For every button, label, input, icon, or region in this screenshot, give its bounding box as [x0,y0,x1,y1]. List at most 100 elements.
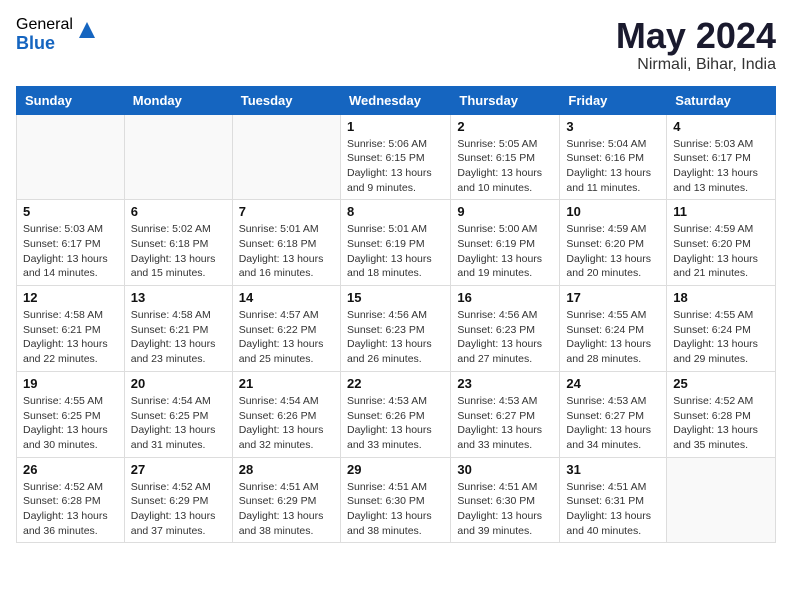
weekday-saturday: Saturday [667,86,776,114]
calendar-week-3: 12 Sunrise: 4:58 AM Sunset: 6:21 PM Dayli… [17,286,776,372]
day-info: Sunrise: 4:54 AM Sunset: 6:25 PM Dayligh… [131,394,226,453]
calendar-cell [232,114,340,200]
logo: General Blue [16,16,97,53]
day-number: 28 [239,462,334,477]
calendar-cell: 11 Sunrise: 4:59 AM Sunset: 6:20 PM Dayli… [667,200,776,286]
page-header: General Blue May 2024 Nirmali, Bihar, In… [16,16,776,74]
title-section: May 2024 Nirmali, Bihar, India [616,16,776,74]
calendar-cell: 10 Sunrise: 4:59 AM Sunset: 6:20 PM Dayli… [560,200,667,286]
day-number: 17 [566,290,660,305]
calendar-cell [124,114,232,200]
calendar-cell: 6 Sunrise: 5:02 AM Sunset: 6:18 PM Daylig… [124,200,232,286]
weekday-sunday: Sunday [17,86,125,114]
day-number: 12 [23,290,118,305]
calendar-cell: 31Sunrise: 4:51 AM Sunset: 6:31 PM Dayli… [560,457,667,543]
calendar-cell: 13 Sunrise: 4:58 AM Sunset: 6:21 PM Dayli… [124,286,232,372]
calendar-week-1: 1Sunrise: 5:06 AM Sunset: 6:15 PM Daylig… [17,114,776,200]
calendar-cell: 22 Sunrise: 4:53 AM Sunset: 6:26 PM Dayli… [340,371,450,457]
calendar-cell: 4 Sunrise: 5:03 AM Sunset: 6:17 PM Daylig… [667,114,776,200]
calendar-cell: 5Sunrise: 5:03 AM Sunset: 6:17 PM Daylig… [17,200,125,286]
day-info: Sunrise: 5:03 AM Sunset: 6:17 PM Dayligh… [673,137,769,196]
day-number: 21 [239,376,334,391]
calendar-cell [17,114,125,200]
day-info: Sunrise: 4:55 AM Sunset: 6:24 PM Dayligh… [673,308,769,367]
calendar-cell: 8 Sunrise: 5:01 AM Sunset: 6:19 PM Daylig… [340,200,450,286]
day-number: 30 [457,462,553,477]
calendar-cell: 12Sunrise: 4:58 AM Sunset: 6:21 PM Dayli… [17,286,125,372]
weekday-wednesday: Wednesday [340,86,450,114]
logo-general: General [16,16,73,34]
calendar-cell: 24Sunrise: 4:53 AM Sunset: 6:27 PM Dayli… [560,371,667,457]
day-number: 3 [566,119,660,134]
day-info: Sunrise: 4:51 AM Sunset: 6:31 PM Dayligh… [566,480,660,539]
calendar-table: SundayMondayTuesdayWednesdayThursdayFrid… [16,86,776,544]
day-number: 2 [457,119,553,134]
day-info: Sunrise: 4:58 AM Sunset: 6:21 PM Dayligh… [131,308,226,367]
calendar-cell: 26 Sunrise: 4:52 AM Sunset: 6:28 PM Dayli… [17,457,125,543]
weekday-tuesday: Tuesday [232,86,340,114]
day-info: Sunrise: 5:04 AM Sunset: 6:16 PM Dayligh… [566,137,660,196]
calendar-cell: 25 Sunrise: 4:52 AM Sunset: 6:28 PM Dayli… [667,371,776,457]
calendar-cell: 29 Sunrise: 4:51 AM Sunset: 6:30 PM Dayli… [340,457,450,543]
calendar-cell: 7Sunrise: 5:01 AM Sunset: 6:18 PM Daylig… [232,200,340,286]
calendar-cell: 23 Sunrise: 4:53 AM Sunset: 6:27 PM Dayli… [451,371,560,457]
location: Nirmali, Bihar, India [616,56,776,74]
calendar-cell: 9 Sunrise: 5:00 AM Sunset: 6:19 PM Daylig… [451,200,560,286]
calendar-cell [667,457,776,543]
day-number: 13 [131,290,226,305]
weekday-monday: Monday [124,86,232,114]
month-title: May 2024 [616,16,776,56]
day-number: 15 [347,290,444,305]
weekday-friday: Friday [560,86,667,114]
day-info: Sunrise: 4:54 AM Sunset: 6:26 PM Dayligh… [239,394,334,453]
calendar-week-5: 26 Sunrise: 4:52 AM Sunset: 6:28 PM Dayli… [17,457,776,543]
day-info: Sunrise: 5:02 AM Sunset: 6:18 PM Dayligh… [131,222,226,281]
weekday-header-row: SundayMondayTuesdayWednesdayThursdayFrid… [17,86,776,114]
calendar-cell: 27 Sunrise: 4:52 AM Sunset: 6:29 PM Dayli… [124,457,232,543]
calendar-cell: 21 Sunrise: 4:54 AM Sunset: 6:26 PM Dayli… [232,371,340,457]
calendar-cell: 18 Sunrise: 4:55 AM Sunset: 6:24 PM Dayli… [667,286,776,372]
day-info: Sunrise: 5:06 AM Sunset: 6:15 PM Dayligh… [347,137,444,196]
day-number: 23 [457,376,553,391]
day-number: 5 [23,204,118,219]
day-info: Sunrise: 4:53 AM Sunset: 6:27 PM Dayligh… [457,394,553,453]
day-number: 27 [131,462,226,477]
day-number: 4 [673,119,769,134]
calendar-cell: 19 Sunrise: 4:55 AM Sunset: 6:25 PM Dayli… [17,371,125,457]
day-number: 29 [347,462,444,477]
weekday-thursday: Thursday [451,86,560,114]
calendar-cell: 15Sunrise: 4:56 AM Sunset: 6:23 PM Dayli… [340,286,450,372]
day-number: 26 [23,462,118,477]
day-info: Sunrise: 5:01 AM Sunset: 6:19 PM Dayligh… [347,222,444,281]
day-info: Sunrise: 4:51 AM Sunset: 6:30 PM Dayligh… [347,480,444,539]
day-number: 20 [131,376,226,391]
day-info: Sunrise: 5:01 AM Sunset: 6:18 PM Dayligh… [239,222,334,281]
calendar-cell: 17 Sunrise: 4:55 AM Sunset: 6:24 PM Dayli… [560,286,667,372]
day-info: Sunrise: 4:52 AM Sunset: 6:28 PM Dayligh… [23,480,118,539]
calendar-cell: 3 Sunrise: 5:04 AM Sunset: 6:16 PM Daylig… [560,114,667,200]
logo-blue: Blue [16,34,73,54]
day-info: Sunrise: 4:59 AM Sunset: 6:20 PM Dayligh… [673,222,769,281]
day-info: Sunrise: 4:52 AM Sunset: 6:29 PM Dayligh… [131,480,226,539]
calendar-cell: 2 Sunrise: 5:05 AM Sunset: 6:15 PM Daylig… [451,114,560,200]
day-number: 8 [347,204,444,219]
calendar-cell: 14Sunrise: 4:57 AM Sunset: 6:22 PM Dayli… [232,286,340,372]
day-info: Sunrise: 4:59 AM Sunset: 6:20 PM Dayligh… [566,222,660,281]
day-number: 25 [673,376,769,391]
day-number: 19 [23,376,118,391]
day-number: 11 [673,204,769,219]
day-number: 6 [131,204,226,219]
day-number: 9 [457,204,553,219]
day-info: Sunrise: 5:05 AM Sunset: 6:15 PM Dayligh… [457,137,553,196]
day-info: Sunrise: 4:55 AM Sunset: 6:24 PM Dayligh… [566,308,660,367]
day-info: Sunrise: 4:55 AM Sunset: 6:25 PM Dayligh… [23,394,118,453]
calendar-cell: 16Sunrise: 4:56 AM Sunset: 6:23 PM Dayli… [451,286,560,372]
calendar-week-2: 5Sunrise: 5:03 AM Sunset: 6:17 PM Daylig… [17,200,776,286]
day-number: 10 [566,204,660,219]
day-info: Sunrise: 4:53 AM Sunset: 6:26 PM Dayligh… [347,394,444,453]
day-info: Sunrise: 5:00 AM Sunset: 6:19 PM Dayligh… [457,222,553,281]
day-info: Sunrise: 4:52 AM Sunset: 6:28 PM Dayligh… [673,394,769,453]
logo-icon [77,20,97,40]
day-number: 18 [673,290,769,305]
day-number: 22 [347,376,444,391]
